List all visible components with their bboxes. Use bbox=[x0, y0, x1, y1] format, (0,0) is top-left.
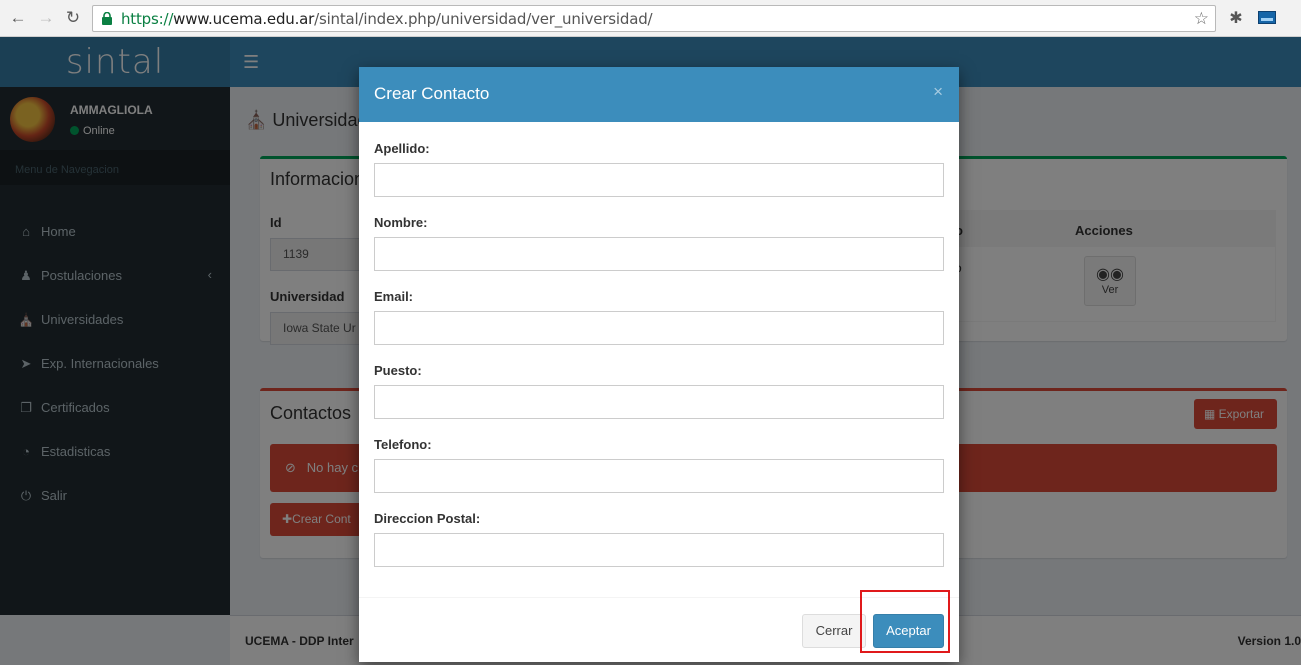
extension-window-icon[interactable] bbox=[1258, 11, 1276, 24]
puesto-input[interactable] bbox=[374, 385, 944, 419]
extension-icon[interactable]: ✱ bbox=[1226, 8, 1246, 28]
back-icon[interactable]: ← bbox=[8, 8, 28, 28]
telefono-label: Telefono: bbox=[374, 437, 432, 452]
nombre-label: Nombre: bbox=[374, 215, 428, 230]
apellido-input[interactable] bbox=[374, 163, 944, 197]
direccion-postal-input[interactable] bbox=[374, 533, 944, 567]
close-icon[interactable]: × bbox=[933, 82, 943, 102]
crear-contacto-modal: Crear Contacto × Apellido: Nombre: Email… bbox=[359, 67, 959, 662]
modal-title: Crear Contacto bbox=[374, 84, 490, 103]
aceptar-highlight-box bbox=[860, 590, 950, 653]
address-bar[interactable]: https://www.ucema.edu.ar/sintal/index.ph… bbox=[92, 5, 1216, 32]
url-text: https://www.ucema.edu.ar/sintal/index.ph… bbox=[121, 10, 653, 28]
cerrar-button[interactable]: Cerrar bbox=[802, 614, 866, 648]
forward-icon[interactable]: → bbox=[36, 8, 56, 28]
reload-icon[interactable]: ↻ bbox=[63, 8, 83, 28]
browser-toolbar: ← → ↻ https://www.ucema.edu.ar/sintal/in… bbox=[0, 0, 1301, 37]
direccion-postal-label: Direccion Postal: bbox=[374, 511, 481, 526]
nombre-input[interactable] bbox=[374, 237, 944, 271]
puesto-label: Puesto: bbox=[374, 363, 422, 378]
lock-icon bbox=[102, 12, 112, 25]
bookmark-star-icon[interactable]: ☆ bbox=[1194, 9, 1209, 29]
telefono-input[interactable] bbox=[374, 459, 944, 493]
apellido-label: Apellido: bbox=[374, 141, 430, 156]
email-label: Email: bbox=[374, 289, 414, 304]
modal-header: Crear Contacto × bbox=[359, 67, 959, 122]
email-input[interactable] bbox=[374, 311, 944, 345]
